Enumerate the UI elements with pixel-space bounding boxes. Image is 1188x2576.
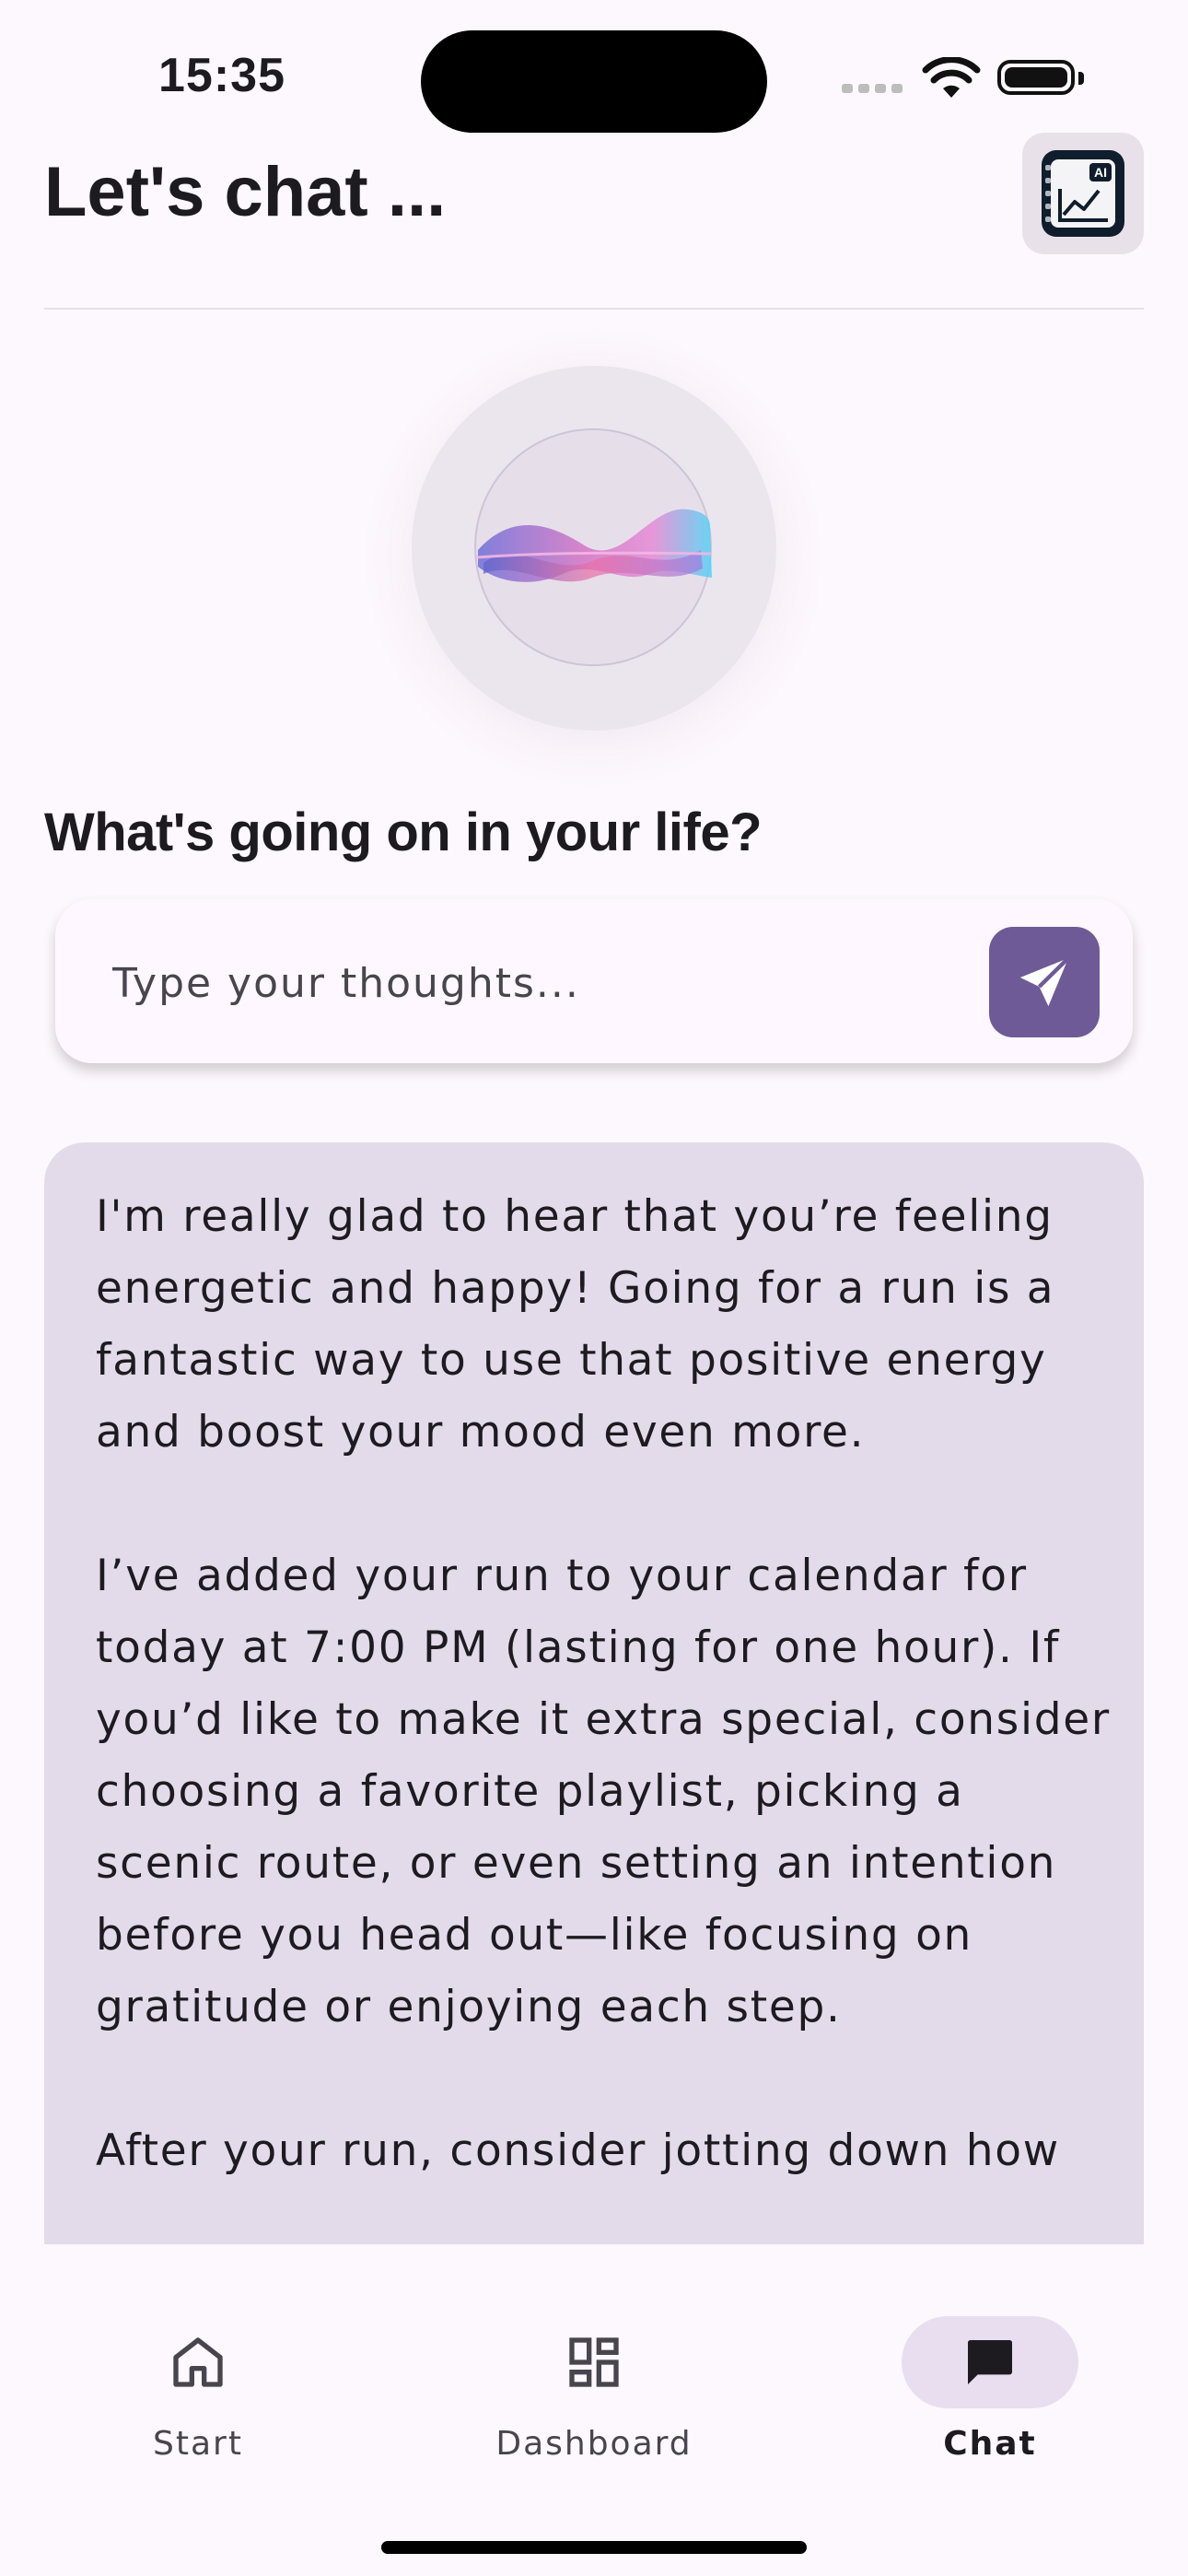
voice-orb[interactable] bbox=[412, 366, 776, 731]
message-composer bbox=[55, 899, 1133, 1063]
wifi-icon bbox=[922, 57, 981, 98]
status-time: 15:35 bbox=[158, 49, 285, 102]
send-button[interactable] bbox=[989, 927, 1100, 1037]
nav-indicator bbox=[506, 2316, 682, 2408]
nav-item-start[interactable]: Start bbox=[51, 2316, 345, 2473]
svg-text:AI: AI bbox=[1094, 165, 1107, 180]
chat-icon bbox=[968, 2340, 1012, 2384]
page-title: Let's chat ... bbox=[44, 153, 447, 231]
nav-label-start: Start bbox=[153, 2425, 243, 2463]
battery-icon bbox=[997, 60, 1084, 95]
dashboard-icon bbox=[569, 2337, 619, 2387]
thoughts-input[interactable] bbox=[111, 936, 989, 1030]
nav-indicator bbox=[110, 2316, 286, 2408]
bottom-navigation: Start Dashboard Chat bbox=[0, 2244, 1188, 2576]
waveform-icon bbox=[475, 509, 713, 582]
nav-item-chat[interactable]: Chat bbox=[843, 2316, 1137, 2473]
cellular-signal-icon bbox=[842, 81, 908, 98]
ai-chart-button[interactable]: AI bbox=[1022, 133, 1144, 254]
nav-label-dashboard: Dashboard bbox=[495, 2425, 693, 2463]
nav-item-dashboard[interactable]: Dashboard bbox=[447, 2316, 741, 2473]
assistant-message-text: I'm really glad to hear that you’re feel… bbox=[96, 1191, 1111, 2176]
nav-indicator-active bbox=[902, 2316, 1078, 2408]
home-indicator bbox=[381, 2541, 807, 2554]
dynamic-island bbox=[421, 30, 767, 133]
ai-chart-icon: AI bbox=[1042, 150, 1124, 237]
home-icon bbox=[173, 2337, 223, 2387]
nav-label-chat: Chat bbox=[943, 2425, 1037, 2463]
assistant-message: I'm really glad to hear that you’re feel… bbox=[44, 1142, 1144, 2244]
status-bar: 15:35 bbox=[0, 0, 1188, 138]
prompt-question: What's going on in your life? bbox=[44, 802, 763, 862]
send-icon bbox=[1019, 956, 1070, 1007]
header-divider bbox=[44, 308, 1144, 310]
